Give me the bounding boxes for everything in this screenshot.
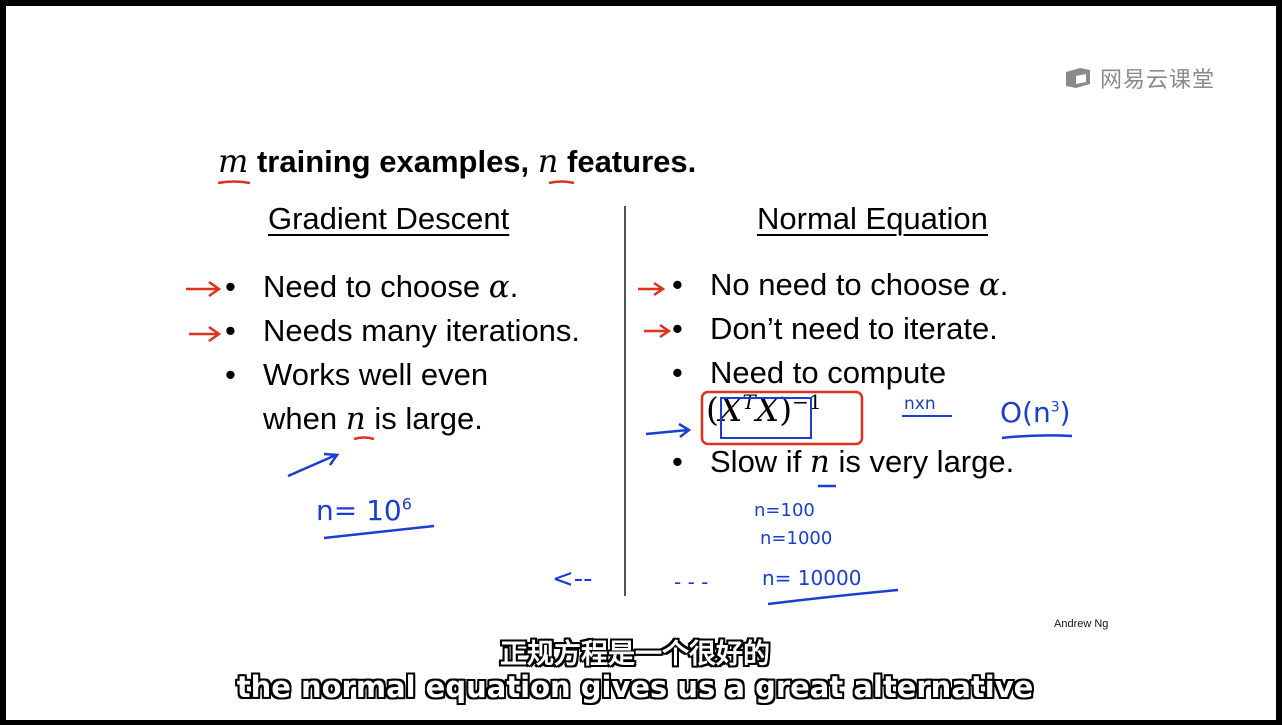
annotation-n-gd-exp: 6 [401,494,412,514]
annotation-big-o: O(n3) [1000,396,1071,429]
blue-arrow-formula [645,422,692,438]
ne-bullet-1-alpha: α [978,267,1000,303]
normal-equation-bullets: • No need to choose α. • Don’t need to i… [672,263,1009,395]
bullet-dot: • [672,311,683,346]
netease-cloud-classroom-logo-icon [1066,68,1090,88]
gd-bullet-works-well: • Works well even [225,353,580,397]
blue-underline-big-o [1001,434,1073,440]
formula-inverse-exponent: −1 [792,390,822,414]
annotation-big-o-close: ) [1059,396,1071,429]
ne-bullet-2-text: Don’t need to iterate. [710,311,998,346]
annotation-big-o-text: O(n [1000,396,1051,429]
red-underline-m [217,180,251,185]
blue-underline-n10000 [767,588,899,606]
gd-bullet-many-iterations: • Needs many iterations. [225,309,581,353]
annotation-big-o-exp: 3 [1050,399,1060,416]
handwritten-ink-layer [186,180,1073,606]
ne-bullet-no-alpha: • No need to choose α. [672,263,1009,307]
headline-n: n [537,142,559,180]
blue-underline-n-106 [323,524,435,540]
lecture-slide: 网易云课堂 m training examples, n features. G… [6,6,1276,720]
column-divider [624,206,626,596]
gd-bullet-1-alpha: α [488,269,510,305]
formula-x: X [718,390,743,429]
ne-bullet-no-iterate: • Don’t need to iterate. [672,307,1008,351]
watermark-text: 网易云课堂 [1100,67,1216,92]
red-arrow-gd-1 [186,280,222,298]
ne-bullet-4-pre: Slow if [710,444,810,479]
annotation-dashes: - - - [674,570,709,594]
ne-bullet-compute: • Need to compute [672,351,1008,395]
formula-transpose: T [742,390,756,414]
ne-bullet-3-text: Need to compute [710,355,947,390]
headline-part1: training examples, [248,144,538,179]
formula-close-paren: ) [779,390,793,429]
author-credit: Andrew Ng [1054,618,1109,630]
annotation-arrow-left: <-- [552,564,593,594]
xtx-inverse-formula: (XTX)−1 [706,390,822,429]
bullet-dot: • [225,269,236,304]
bullet-dot: • [225,313,236,348]
gd-bullet-3-line2-pre: when [263,401,346,436]
red-arrow-ne-2 [644,323,672,339]
annotation-n-gd: n= 10 [316,494,402,527]
bullet-dot: • [672,267,683,302]
bullet-dot: • [672,355,683,390]
ne-bullet-4-post: is very large. [829,444,1015,479]
blue-arrow-gd [287,452,340,478]
red-underline-n [548,180,575,185]
gd-bullet-works-well-cont: when n is large. [263,397,580,441]
annotation-n-10000: n= 10000 [762,566,862,590]
gd-bullet-choose-alpha: • Need to choose α. [225,265,580,309]
annotation-n-10-6: n= 106 [316,494,412,527]
ne-bullet-slow: • Slow if n is very large. [672,440,1015,484]
formula-x-second: X [755,390,780,429]
normal-equation-bullets-cont: • Slow if n is very large. [672,440,1015,484]
gd-bullet-1-end: . [509,269,519,304]
gd-bullet-3-line2-post: is large. [365,401,483,436]
gd-bullet-3-line1: Works well even [263,357,489,392]
subtitle-chinese: 正规方程是一个很好的 [500,639,770,670]
annotation-n-100: n=100 [754,500,815,521]
slide-headline: m training examples, n features. [218,142,696,180]
watermark: 网易云课堂 [1064,62,1215,94]
gd-bullet-1-text: Need to choose [263,269,489,304]
bullet-dot: • [225,357,236,392]
ne-bullet-1-end: . [999,267,1009,302]
red-arrow-gd-2 [189,325,222,343]
gd-bullet-3-n: n [345,401,366,437]
headline-m: m [218,142,249,180]
ne-bullet-4-n: n [809,444,830,480]
subtitle-english: the normal equation gives us a great alt… [236,670,1034,704]
formula-open-paren: ( [706,390,719,429]
bullet-dot: • [672,444,683,479]
red-arrow-ne-1 [638,281,666,297]
gradient-descent-title: Gradient Descent [268,201,510,236]
video-frame: 网易云课堂 m training examples, n features. G… [0,0,1282,725]
gd-bullet-2-text: Needs many iterations. [263,313,581,348]
headline-part2: features. [558,144,697,179]
normal-equation-title: Normal Equation [757,201,988,236]
annotation-nxn: nxn [904,394,936,414]
gradient-descent-bullets: • Need to choose α. • Needs many iterati… [225,265,581,441]
annotation-n-1000: n=1000 [760,528,833,549]
ne-bullet-1-text: No need to choose [710,267,979,302]
